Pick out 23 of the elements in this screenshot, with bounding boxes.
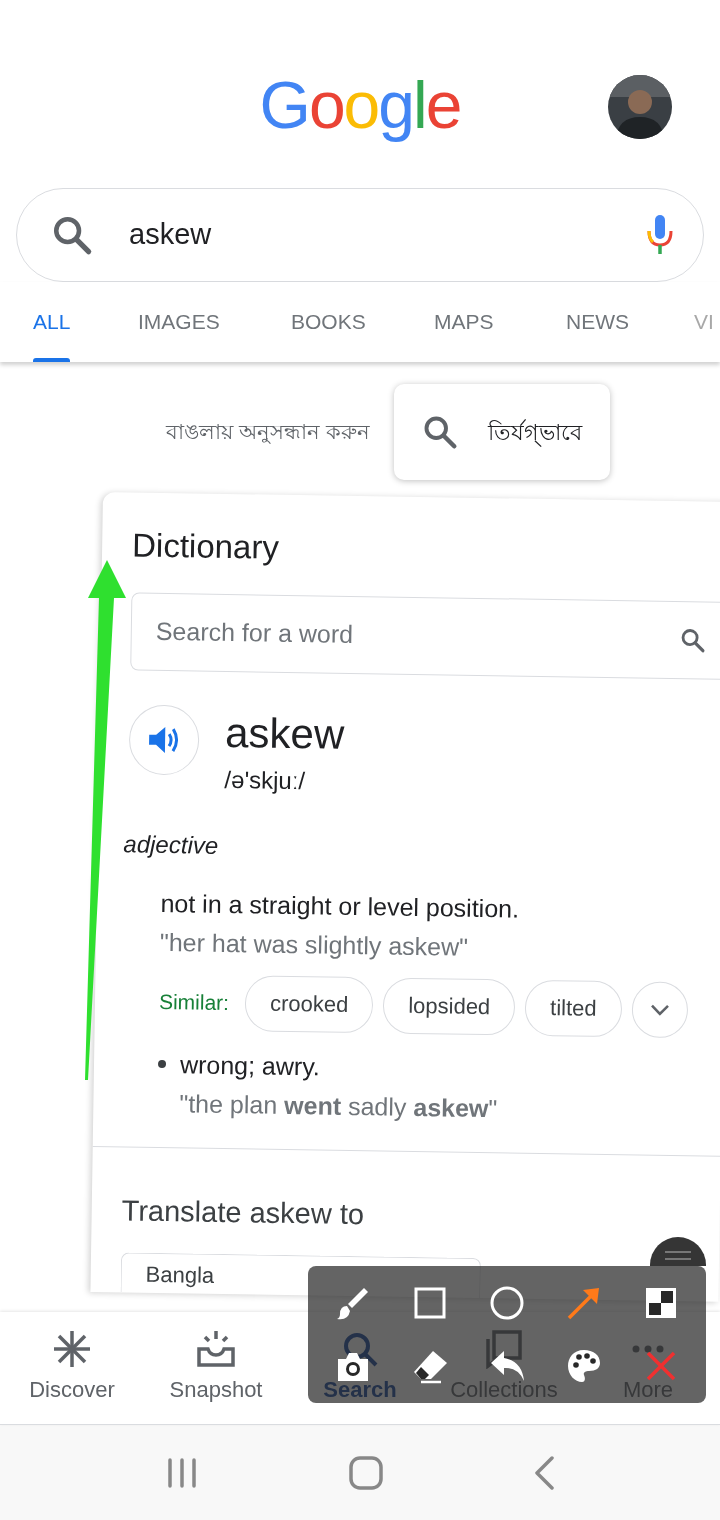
translated-search-chip[interactable]: তির্যগ্ভাবে (394, 384, 610, 480)
card-title: Dictionary (131, 525, 281, 568)
synonym-chip[interactable]: lopsided (382, 977, 516, 1036)
tab[interactable]: BOOKS (291, 282, 366, 362)
definition: wrong; awry. (179, 1048, 322, 1083)
nav-item[interactable]: Snapshot (144, 1312, 288, 1424)
definition: not in a straight or level position. (160, 887, 521, 925)
example: "her hat was slightly askew" (159, 927, 470, 963)
search-query: askew (129, 217, 213, 253)
tab[interactable]: NEWS (566, 282, 629, 362)
section-title: Translate askew to (121, 1193, 366, 1232)
tab[interactable]: ALL (33, 282, 71, 362)
synonym-chip[interactable]: crooked (244, 975, 374, 1033)
similar-label: Similar: (158, 988, 230, 1016)
tab[interactable]: MAPS (434, 282, 494, 362)
part-of-speech: adjective (123, 829, 220, 861)
search-language-hint: বাঙলায় অনুসন্ধান করুন (166, 419, 370, 446)
tab[interactable]: IMAGES (138, 282, 220, 362)
nav-item[interactable]: Discover (0, 1312, 144, 1424)
phonetic: /ə'skjuː/ (224, 764, 307, 796)
example: "the plan went sadly askew" (179, 1088, 498, 1125)
synonym-chip[interactable]: tilted (524, 979, 623, 1037)
headword: askew (224, 709, 345, 758)
